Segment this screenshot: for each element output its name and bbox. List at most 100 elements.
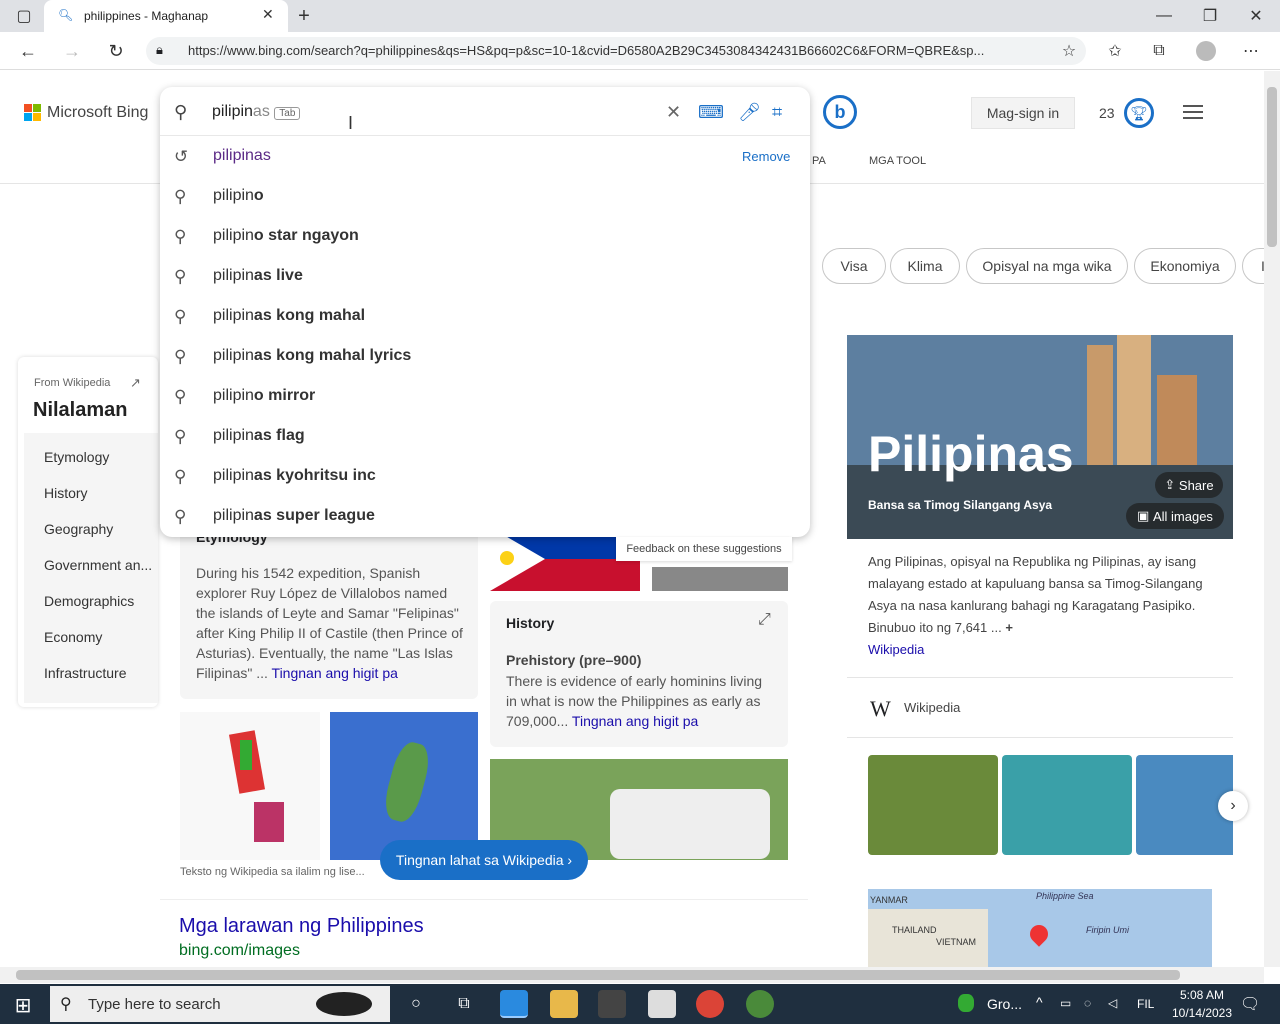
copilot-icon[interactable]: b bbox=[823, 95, 857, 129]
suggestion-item[interactable]: ⚲ pilipinas super league bbox=[160, 496, 810, 536]
location-map[interactable]: YANMAR THAILAND VIETNAM Philippine Sea F… bbox=[868, 889, 1212, 967]
etymology-card[interactable]: Etymology During his 1542 expedition, Sp… bbox=[180, 511, 478, 699]
browser-tab[interactable]: 🔍︎ philippines - Maghanap ✕ bbox=[44, 0, 288, 32]
visual-search-icon[interactable]: ⌗ bbox=[772, 102, 782, 123]
suggestion-item[interactable]: ⚲ pilipino mirror bbox=[160, 376, 810, 416]
suggestion-item[interactable]: ⚲ pilipinas kyohritsu inc bbox=[160, 456, 810, 496]
etymology-more-link[interactable]: Tingnan ang higit pa bbox=[272, 665, 398, 681]
suggestion-item[interactable]: ⚲ pilipinas live bbox=[160, 256, 810, 296]
rewards-trophy-icon[interactable]: 🏆︎ bbox=[1124, 98, 1154, 128]
weather-text[interactable]: Gro... bbox=[987, 996, 1022, 1012]
favorites-icon[interactable]: ✩ bbox=[1104, 40, 1126, 62]
rice-terraces-image[interactable] bbox=[868, 755, 998, 855]
minimize-icon[interactable]: — bbox=[1152, 4, 1176, 28]
file-explorer-icon[interactable] bbox=[550, 990, 578, 1018]
suggestion-item[interactable]: ⚲ pilipino bbox=[160, 176, 810, 216]
search-icon: ⚲ bbox=[174, 187, 187, 206]
tray-chevron-icon[interactable]: ^ bbox=[1036, 994, 1043, 1010]
all-images-button[interactable]: ▣ All images bbox=[1126, 503, 1224, 529]
keyboard-icon[interactable]: ⌨ bbox=[698, 102, 724, 123]
profile-avatar[interactable] bbox=[1196, 41, 1216, 61]
expand-icon[interactable]: ⤢ bbox=[758, 611, 771, 629]
search-icon: ⚲ bbox=[60, 996, 72, 1013]
hamburger-menu-icon[interactable] bbox=[1183, 105, 1203, 119]
close-window-icon[interactable]: ✕ bbox=[1244, 4, 1268, 28]
divider bbox=[847, 677, 1233, 678]
pill-opisyal[interactable]: Opisyal na mga wika bbox=[966, 248, 1128, 284]
back-icon[interactable]: ← bbox=[16, 40, 40, 62]
toc-item-history[interactable]: History bbox=[44, 485, 88, 501]
suggestion-item[interactable]: ⚲ pilipino star ngayon bbox=[160, 216, 810, 256]
pill-visa[interactable]: Visa bbox=[822, 248, 886, 284]
images-result-title[interactable]: Mga larawan ng Philippines bbox=[179, 915, 424, 938]
wikipedia-license-note[interactable]: Teksto ng Wikipedia sa ilalim ng lise... bbox=[180, 866, 365, 878]
building-image[interactable] bbox=[652, 567, 788, 591]
bing-brand[interactable]: Microsoft Bing bbox=[47, 104, 148, 122]
rewards-points[interactable]: 23 bbox=[1099, 105, 1115, 121]
suggestion-item[interactable]: ⚲ pilipinas kong mahal lyrics bbox=[160, 336, 810, 376]
edge-icon[interactable] bbox=[500, 990, 528, 1018]
cortana-icon[interactable]: ○ bbox=[404, 992, 428, 1016]
store-icon[interactable] bbox=[598, 990, 626, 1018]
view-all-wikipedia-button[interactable]: Tingnan lahat sa Wikipedia › bbox=[380, 840, 588, 880]
suggestion-item[interactable]: ⚲ pilipinas flag bbox=[160, 416, 810, 456]
expand-plus-icon[interactable]: + bbox=[1005, 620, 1013, 635]
task-view-icon[interactable]: ⧉ bbox=[452, 992, 476, 1016]
clock-time[interactable]: 5:08 AM bbox=[1172, 988, 1232, 1002]
clear-search-icon[interactable]: ✕ bbox=[666, 102, 681, 123]
refresh-icon[interactable]: ↻ bbox=[104, 40, 128, 62]
mail-icon[interactable] bbox=[648, 990, 676, 1018]
toc-item-geography[interactable]: Geography bbox=[44, 521, 113, 537]
tab-close-icon[interactable]: ✕ bbox=[262, 6, 274, 23]
pill-partial[interactable]: I bbox=[1242, 248, 1264, 284]
region-map-image[interactable] bbox=[180, 712, 320, 860]
pill-klima[interactable]: Klima bbox=[890, 248, 960, 284]
windows-start-icon[interactable]: ⊞ bbox=[10, 992, 36, 1018]
nav-tools[interactable]: MGA TOOL bbox=[869, 155, 926, 167]
utorrent-icon[interactable] bbox=[746, 990, 774, 1018]
weather-icon[interactable] bbox=[958, 994, 974, 1012]
toc-item-infrastructure[interactable]: Infrastructure bbox=[44, 665, 126, 681]
infobox-wiki-link[interactable]: Wikipedia bbox=[868, 642, 924, 657]
toc-item-economy[interactable]: Economy bbox=[44, 629, 102, 645]
tab-actions-icon[interactable]: ▢ bbox=[10, 6, 38, 26]
toc-item-etymology[interactable]: Etymology bbox=[44, 449, 109, 465]
vertical-scrollbar[interactable] bbox=[1264, 71, 1280, 967]
horizontal-scrollbar[interactable] bbox=[0, 967, 1264, 983]
pill-ekonomiya[interactable]: Ekonomiya bbox=[1134, 248, 1236, 284]
share-button[interactable]: ⇪ Share bbox=[1155, 472, 1223, 498]
network-icon[interactable]: ▭ bbox=[1060, 996, 1071, 1010]
more-menu-icon[interactable]: ⋯ bbox=[1240, 40, 1262, 62]
signin-button[interactable]: Mag-sign in bbox=[971, 97, 1075, 129]
suggestion-text: pilipino bbox=[213, 187, 264, 204]
taskbar-search-input[interactable]: ⚲ Type here to search bbox=[50, 986, 390, 1022]
nav-partial[interactable]: PA bbox=[812, 155, 826, 167]
history-more-link[interactable]: Tingnan ang higit pa bbox=[572, 713, 698, 729]
language-indicator[interactable]: FIL bbox=[1137, 997, 1154, 1011]
chrome-icon[interactable] bbox=[696, 990, 724, 1018]
history-card[interactable]: History ⤢ Prehistory (pre–900) There is … bbox=[490, 601, 788, 747]
search-input[interactable]: pilipinas Tab bbox=[212, 103, 301, 121]
volume-icon[interactable]: ◁ bbox=[1108, 996, 1117, 1010]
collections-icon[interactable]: ⧉ bbox=[1148, 40, 1170, 62]
new-tab-icon[interactable]: + bbox=[292, 4, 316, 28]
add-favorite-icon[interactable]: ☆ bbox=[1058, 40, 1080, 62]
restore-icon[interactable]: ❐ bbox=[1198, 4, 1222, 28]
suggestion-item[interactable]: ⚲ pilipinas kong mahal bbox=[160, 296, 810, 336]
terrain-map-image[interactable] bbox=[330, 712, 478, 860]
remove-suggestion-button[interactable]: Remove bbox=[742, 149, 790, 164]
wifi-icon[interactable]: ◌ bbox=[1084, 996, 1091, 1010]
external-link-icon[interactable]: ↗ bbox=[130, 375, 141, 391]
forward-icon[interactable]: → bbox=[60, 40, 84, 62]
address-bar[interactable]: 🔒︎ https://www.bing.com/search?q=philipp… bbox=[146, 37, 1086, 65]
wikipedia-source[interactable]: Wikipedia bbox=[904, 700, 960, 715]
suggestion-item[interactable]: ↺ pilipinas bbox=[160, 136, 810, 176]
clock-date[interactable]: 10/14/2023 bbox=[1164, 1006, 1240, 1020]
toc-item-government[interactable]: Government an... bbox=[44, 557, 152, 573]
notifications-icon[interactable]: 🗨︎ bbox=[1240, 994, 1260, 1014]
feedback-link[interactable]: Feedback on these suggestions bbox=[616, 537, 792, 561]
microphone-icon[interactable]: 🎤︎ bbox=[738, 102, 761, 123]
toc-item-demographics[interactable]: Demographics bbox=[44, 593, 134, 609]
carousel-next-icon[interactable]: › bbox=[1218, 791, 1248, 821]
lagoon-image[interactable] bbox=[1002, 755, 1132, 855]
